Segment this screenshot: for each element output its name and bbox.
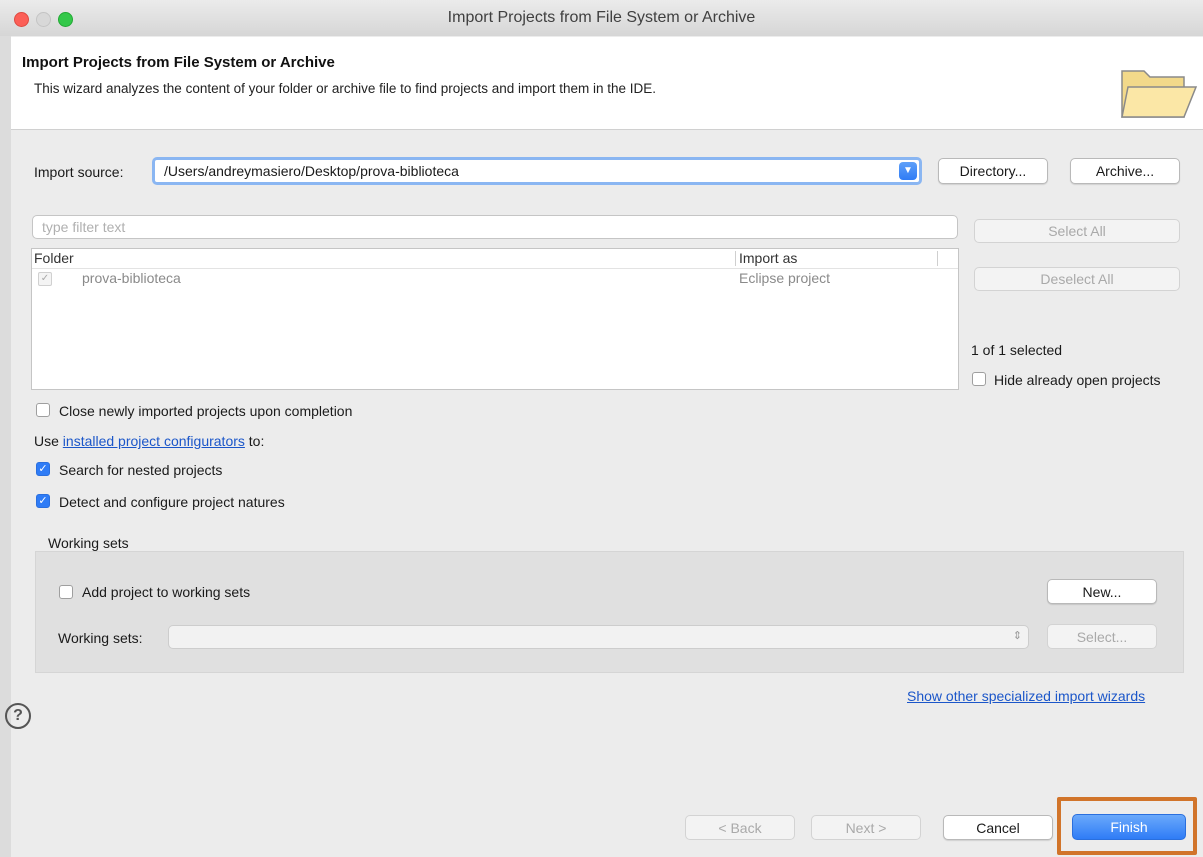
filter-input[interactable]: [32, 215, 958, 239]
nested-projects-label: Search for nested projects: [59, 462, 223, 478]
configurators-sentence: Use installed project configurators to:: [34, 433, 264, 449]
working-sets-group-label: Working sets: [48, 535, 129, 551]
column-divider: [735, 251, 736, 266]
chevron-down-icon[interactable]: ▼: [899, 162, 917, 180]
row-folder: prova-biblioteca: [82, 270, 181, 286]
new-working-set-button[interactable]: New...: [1047, 579, 1157, 604]
table-row[interactable]: ✓ prova-biblioteca Eclipse project: [32, 269, 958, 289]
hide-open-checkbox[interactable]: [972, 372, 986, 386]
open-folder-icon: [1121, 70, 1198, 118]
next-button[interactable]: Next >: [811, 815, 921, 840]
cancel-button[interactable]: Cancel: [943, 815, 1053, 840]
select-working-sets-button[interactable]: Select...: [1047, 624, 1157, 649]
finish-button[interactable]: Finish: [1072, 814, 1186, 840]
close-imported-label: Close newly imported projects upon compl…: [59, 403, 353, 419]
back-button[interactable]: < Back: [685, 815, 795, 840]
import-source-label: Import source:: [34, 164, 124, 180]
hide-open-label: Hide already open projects: [994, 372, 1161, 388]
configurators-link[interactable]: installed project configurators: [63, 433, 245, 449]
deselect-all-button[interactable]: Deselect All: [974, 267, 1180, 291]
projects-table: Folder Import as ✓ prova-biblioteca Ecli…: [31, 248, 959, 390]
add-working-sets-label: Add project to working sets: [82, 584, 251, 600]
working-sets-label: Working sets:: [58, 630, 143, 646]
wizard-description: This wizard analyzes the content of your…: [34, 81, 657, 96]
column-divider: [937, 251, 938, 266]
other-wizards-link[interactable]: Show other specialized import wizards: [907, 688, 1145, 704]
row-import-as: Eclipse project: [739, 270, 831, 286]
select-all-button[interactable]: Select All: [974, 219, 1180, 243]
use-prefix: Use: [34, 433, 59, 449]
column-header-import-as[interactable]: Import as: [739, 249, 797, 268]
wizard-title: Import Projects from File System or Arch…: [22, 54, 335, 71]
import-source-value: /Users/andreymasiero/Desktop/prova-bibli…: [164, 163, 459, 179]
detect-natures-label: Detect and configure project natures: [59, 494, 285, 510]
detect-natures-checkbox[interactable]: ✓: [36, 494, 50, 508]
archive-button[interactable]: Archive...: [1070, 158, 1180, 184]
selection-count: 1 of 1 selected: [971, 342, 1063, 358]
help-icon[interactable]: ?: [5, 703, 31, 729]
working-sets-group: [35, 551, 1184, 673]
import-source-combo[interactable]: /Users/andreymasiero/Desktop/prova-bibli…: [152, 157, 922, 185]
nested-projects-checkbox[interactable]: ✓: [36, 462, 50, 476]
column-header-folder[interactable]: Folder: [34, 249, 74, 268]
window-title: Import Projects from File System or Arch…: [447, 9, 756, 26]
add-working-sets-checkbox[interactable]: [59, 585, 73, 599]
row-checkmark-icon[interactable]: ✓: [38, 272, 52, 286]
use-suffix: to:: [248, 433, 265, 449]
directory-button[interactable]: Directory...: [938, 158, 1048, 184]
updown-arrows-icon: ⇕: [1012, 630, 1022, 642]
close-imported-checkbox[interactable]: [36, 403, 50, 417]
working-sets-select[interactable]: ⇕: [168, 625, 1029, 649]
